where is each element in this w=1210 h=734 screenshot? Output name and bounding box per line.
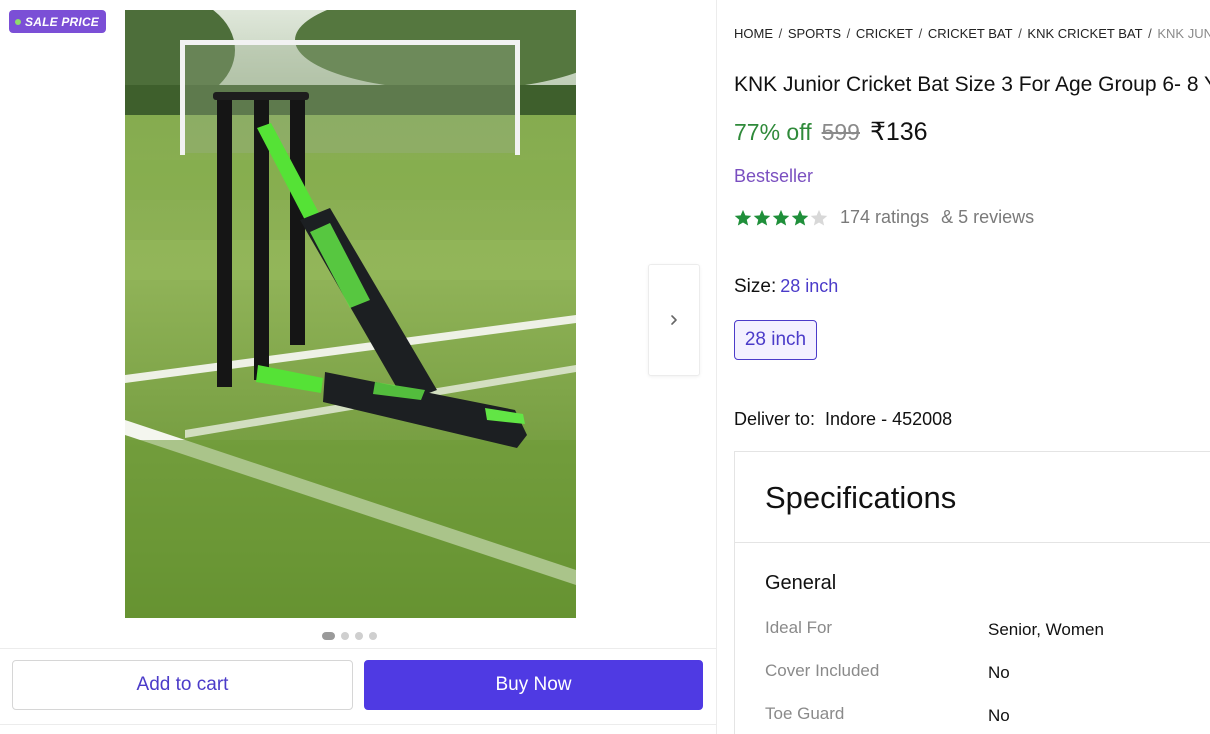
spec-key: Toe Guard [765, 704, 845, 723]
deliver-to-label: Deliver to: [734, 409, 816, 429]
breadcrumb-cricket-bat[interactable]: CRICKET BAT [928, 26, 1013, 41]
star-icon [734, 209, 752, 226]
price-row: 77% off 599 ₹136 [734, 117, 928, 147]
breadcrumb-knk-cricket-bat[interactable]: KNK CRICKET BAT [1027, 26, 1142, 41]
product-image[interactable] [125, 10, 576, 618]
divider [735, 542, 1210, 543]
star-icon [772, 209, 790, 226]
size-label-row: Size: 28 inch [734, 276, 838, 298]
breadcrumb-home[interactable]: HOME [734, 26, 773, 41]
spec-value: No [988, 706, 1010, 725]
spec-value: Senior, Women [988, 620, 1104, 639]
delivery-row: Deliver to: Indore - 452008 [734, 409, 952, 430]
spec-group-title: General [765, 572, 837, 594]
breadcrumb-separator: / [1144, 26, 1156, 41]
delivery-location[interactable]: Indore - 452008 [825, 409, 952, 429]
specifications-panel: Specifications General Ideal For Senior,… [734, 451, 1210, 734]
breadcrumb-separator: / [1014, 26, 1026, 41]
breadcrumb-sports[interactable]: SPORTS [788, 26, 841, 41]
reviews-count[interactable]: & 5 reviews [941, 207, 1034, 228]
breadcrumb-current: KNK JUNIOR C [1157, 26, 1210, 41]
rating-stars[interactable] [734, 209, 828, 227]
sale-badge-label: SALE PRICE [25, 14, 100, 29]
star-icon [791, 209, 809, 226]
breadcrumb-cricket[interactable]: CRICKET [856, 26, 913, 41]
product-title: KNK Junior Cricket Bat Size 3 For Age Gr… [734, 73, 1210, 96]
breadcrumb-separator: / [843, 26, 854, 41]
carousel-dot[interactable] [322, 632, 335, 640]
star-empty-icon [810, 209, 828, 226]
purchase-action-bar: Add to cart Buy Now [0, 648, 716, 725]
carousel-dot[interactable] [369, 632, 377, 640]
star-icon [753, 209, 771, 226]
spec-key: Ideal For [765, 618, 833, 637]
buy-now-button[interactable]: Buy Now [364, 660, 703, 710]
carousel-dot[interactable] [355, 632, 363, 640]
size-label: Size: [734, 276, 777, 297]
rating-row: 174 ratings & 5 reviews [734, 207, 1034, 228]
product-gallery: SALE PRICE Add to cart Buy Now [0, 0, 717, 734]
spec-value: No [988, 663, 1010, 682]
bestseller-tag: Bestseller [734, 166, 814, 186]
size-selected-value: 28 inch [780, 276, 839, 296]
spec-key: Cover Included [765, 661, 880, 680]
breadcrumb-separator: / [775, 26, 786, 41]
specifications-title: Specifications [765, 480, 957, 515]
sale-price: ₹136 [869, 118, 928, 146]
breadcrumb-separator: / [914, 26, 926, 41]
discount-percent: 77% off [734, 119, 812, 145]
product-details: HOME / SPORTS / CRICKET / CRICKET BAT / … [734, 0, 1210, 734]
breadcrumb: HOME / SPORTS / CRICKET / CRICKET BAT / … [734, 26, 1210, 41]
cricket-bat-photo [125, 10, 576, 618]
add-to-cart-button[interactable]: Add to cart [12, 660, 353, 710]
ratings-count[interactable]: 174 ratings [840, 207, 929, 228]
badge-dot-icon [15, 18, 21, 25]
carousel-dots [322, 632, 377, 640]
sale-price-badge: SALE PRICE [9, 10, 107, 33]
size-option-28-inch[interactable]: 28 inch [734, 320, 817, 360]
chevron-right-icon [671, 315, 677, 325]
next-image-button[interactable] [648, 264, 700, 376]
carousel-dot[interactable] [341, 632, 349, 640]
original-price: 599 [821, 119, 860, 145]
